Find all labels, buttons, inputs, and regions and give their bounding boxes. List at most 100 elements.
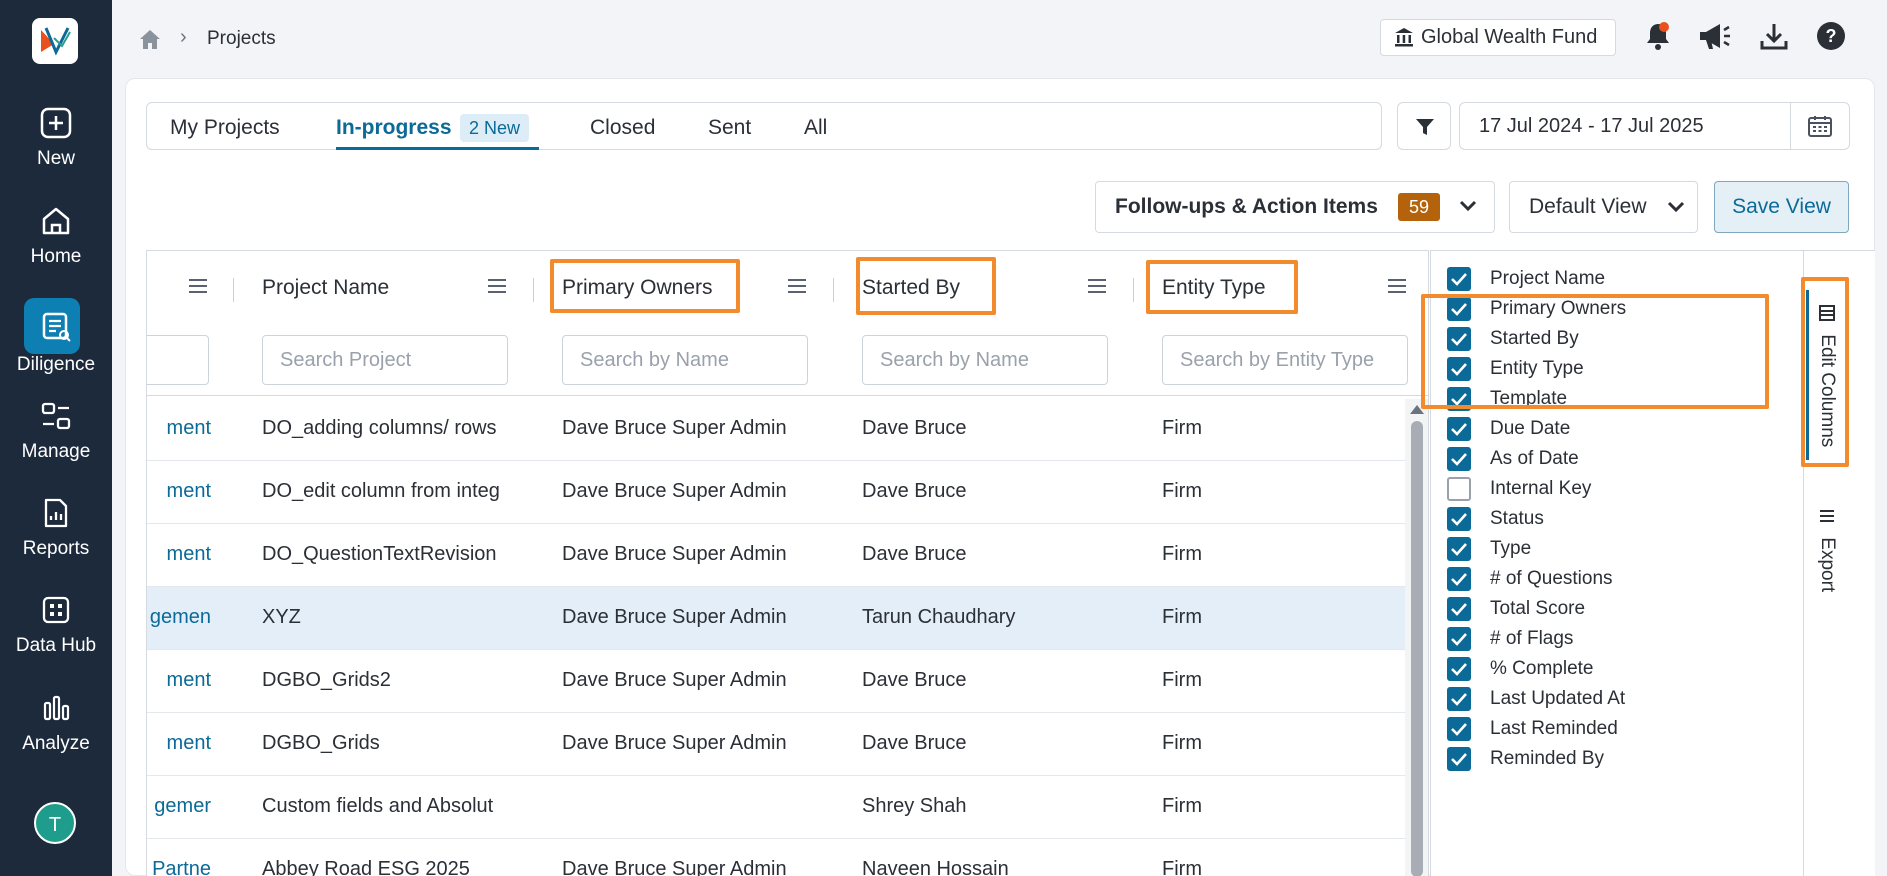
column-menu-icon[interactable] <box>189 279 207 293</box>
download-icon[interactable] <box>1758 20 1790 52</box>
cell-project-name: DGBO_Grids <box>262 732 380 754</box>
column-menu-icon[interactable] <box>1388 279 1406 293</box>
table-row[interactable]: ment DO_adding columns/ rows Dave Bruce Su… <box>147 398 1405 461</box>
checkbox-checked[interactable] <box>1447 657 1471 681</box>
svg-text:?: ? <box>1826 26 1837 46</box>
cell-project-name: DGBO_Grids2 <box>262 669 391 691</box>
search-owners-input[interactable]: Search by Name <box>562 335 808 385</box>
checkbox-checked[interactable] <box>1447 747 1471 771</box>
search-lead-column-input[interactable] <box>147 335 209 385</box>
checkmark-icon <box>1451 723 1467 736</box>
checkbox-checked[interactable] <box>1447 447 1471 471</box>
tab-closed[interactable]: Closed <box>590 116 655 140</box>
table-row[interactable]: Partne Abbey Road ESG 2025 Dave Bruce Supe… <box>147 839 1405 876</box>
cell-entity-type: Firm <box>1162 480 1202 502</box>
column-header-project-name[interactable]: Project Name <box>262 276 389 300</box>
megaphone-icon[interactable] <box>1697 20 1735 52</box>
nav-manage[interactable]: Manage <box>0 393 112 483</box>
search-started-by-input[interactable]: Search by Name <box>862 335 1108 385</box>
table-row[interactable]: ment DGBO_Grids Dave Bruce Super Admin Dave… <box>147 713 1405 776</box>
cell-entity-type: Firm <box>1162 732 1202 754</box>
view-selector-button[interactable]: Default View <box>1509 181 1698 233</box>
table-row[interactable]: gemen XYZ Dave Bruce Super Admin Tarun Chau… <box>147 587 1405 650</box>
column-separator[interactable] <box>1133 278 1134 302</box>
cell-lead-link[interactable]: Partne <box>147 858 211 876</box>
bell-icon[interactable] <box>1642 20 1674 52</box>
checkbox-checked[interactable] <box>1447 717 1471 741</box>
bar-chart-icon <box>43 695 70 721</box>
cell-project-name: DO_adding columns/ rows <box>262 417 497 439</box>
fund-selector-button[interactable]: Global Wealth Fund <box>1380 19 1616 56</box>
app-logo[interactable] <box>32 18 78 64</box>
checkbox-checked[interactable] <box>1447 567 1471 591</box>
save-view-button[interactable]: Save View <box>1714 181 1849 233</box>
tab-export[interactable]: Export <box>1816 508 1838 592</box>
nav-new[interactable]: New <box>0 100 112 190</box>
table-row[interactable]: gemer Custom fields and Absolut Shrey Shah… <box>147 776 1405 839</box>
nav-home[interactable]: Home <box>0 198 112 288</box>
home-breadcrumb-icon[interactable] <box>138 28 162 50</box>
cell-primary-owners: Dave Bruce Super Admin <box>562 480 787 502</box>
checkmark-icon <box>1451 513 1467 526</box>
search-project-input[interactable]: Search Project <box>262 335 508 385</box>
tab-in-progress[interactable]: In-progress <box>336 116 452 140</box>
notification-dot <box>1659 22 1669 32</box>
highlight-primary-owners-header <box>550 259 740 313</box>
followups-button[interactable]: Follow-ups & Action Items 59 <box>1095 181 1495 233</box>
cell-lead-link[interactable]: ment <box>147 732 211 755</box>
table-row[interactable]: ment DO_QuestionTextRevision Dave Bruce Su… <box>147 524 1405 587</box>
column-menu-icon[interactable] <box>1088 279 1106 293</box>
checkbox-unchecked[interactable] <box>1447 477 1471 501</box>
scrollbar-thumb[interactable] <box>1411 421 1423 876</box>
column-option-label: As of Date <box>1490 448 1579 469</box>
highlight-entity-type-header <box>1146 260 1298 314</box>
column-separator[interactable] <box>533 278 534 302</box>
help-icon[interactable]: ? <box>1815 20 1847 52</box>
nav-data-hub[interactable]: Data Hub <box>0 587 112 677</box>
date-range-input[interactable]: 17 Jul 2024 - 17 Jul 2025 <box>1459 102 1850 150</box>
checkmark-icon <box>1451 573 1467 586</box>
calendar-icon[interactable] <box>1808 115 1832 137</box>
checkbox-checked[interactable] <box>1447 687 1471 711</box>
search-entity-type-input[interactable]: Search by Entity Type <box>1162 335 1408 385</box>
tab-all[interactable]: All <box>804 116 827 140</box>
checkbox-checked[interactable] <box>1447 267 1471 291</box>
cell-started-by: Dave Bruce <box>862 480 967 502</box>
column-separator[interactable] <box>233 278 234 302</box>
column-option-label: Project Name <box>1490 268 1606 289</box>
highlight-edit-columns-tab <box>1801 277 1849 467</box>
nav-manage-label: Manage <box>21 441 91 462</box>
checkbox-checked[interactable] <box>1447 627 1471 651</box>
nav-reports[interactable]: Reports <box>0 490 112 580</box>
date-divider <box>1790 103 1791 149</box>
user-avatar[interactable]: T <box>34 802 76 844</box>
nav-analyze[interactable]: Analyze <box>0 685 112 775</box>
cell-lead-link[interactable]: ment <box>147 543 211 566</box>
cell-lead-link[interactable]: ment <box>147 480 211 503</box>
cell-lead-link[interactable]: ment <box>147 669 211 692</box>
followups-count-badge: 59 <box>1398 193 1441 221</box>
cell-lead-link[interactable]: gemen <box>147 606 211 629</box>
nav-diligence-label: Diligence <box>16 354 96 375</box>
checkbox-checked[interactable] <box>1447 507 1471 531</box>
cell-lead-link[interactable]: ment <box>147 417 211 440</box>
column-menu-icon[interactable] <box>488 279 506 293</box>
column-option-label: % Complete <box>1490 658 1594 679</box>
column-option-label: Status <box>1490 508 1544 529</box>
tab-my-projects[interactable]: My Projects <box>170 116 280 140</box>
checkbox-checked[interactable] <box>1447 597 1471 621</box>
filter-icon <box>1416 119 1434 135</box>
table-row[interactable]: ment DO_edit column from integ Dave Bruce … <box>147 461 1405 524</box>
tab-sent[interactable]: Sent <box>708 116 751 140</box>
tab-export-label: Export <box>1817 537 1838 593</box>
cell-lead-link[interactable]: gemer <box>147 795 211 818</box>
nav-diligence[interactable]: Diligence <box>0 290 112 380</box>
checkbox-checked[interactable] <box>1447 417 1471 441</box>
cell-project-name: DO_QuestionTextRevision <box>262 543 497 565</box>
column-option-label: # of Questions <box>1490 568 1613 589</box>
column-separator[interactable] <box>833 278 834 302</box>
table-row[interactable]: ment DGBO_Grids2 Dave Bruce Super Admin Dav… <box>147 650 1405 713</box>
filter-button[interactable] <box>1397 102 1451 150</box>
checkbox-checked[interactable] <box>1447 537 1471 561</box>
column-menu-icon[interactable] <box>788 279 806 293</box>
